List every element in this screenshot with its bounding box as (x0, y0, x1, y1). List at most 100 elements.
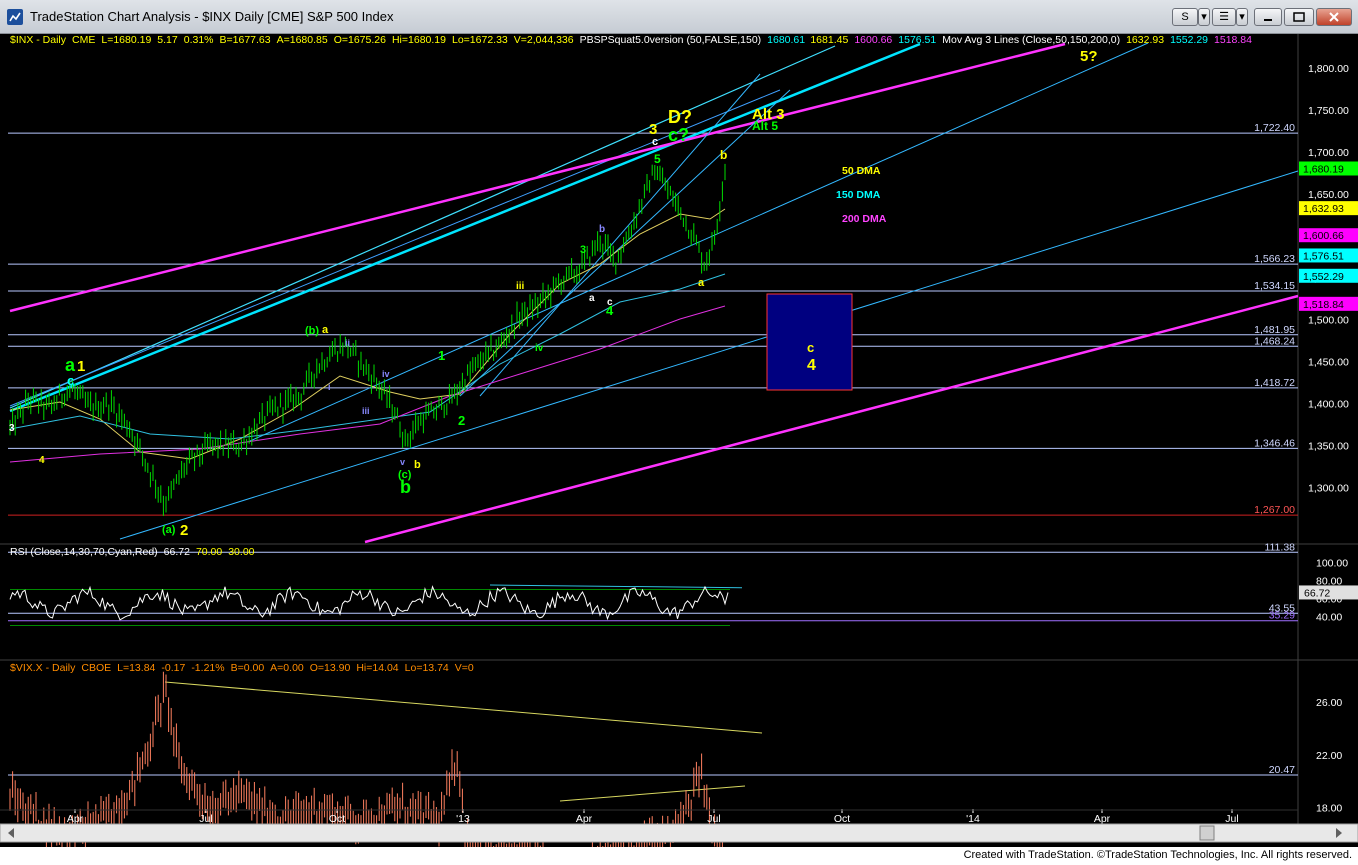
window-title: TradeStation Chart Analysis - $INX Daily… (30, 9, 394, 24)
time-tick-label: Jul (1225, 813, 1238, 825)
header-field: RSI (Close,14,30,70,Cyan,Red) (10, 546, 158, 558)
time-tick-label: '13 (456, 813, 470, 825)
wave-label: 4 (39, 455, 45, 466)
wave-label: a (65, 355, 76, 375)
wave-label: 1 (438, 348, 445, 363)
header-field: $VIX.X - Daily (10, 662, 76, 674)
time-tick-label: Jul (199, 813, 212, 825)
level-label: 1,481.95 (1254, 324, 1295, 336)
level-label: 1,566.23 (1254, 253, 1295, 265)
header-field: L=1680.19 (101, 34, 151, 46)
chart-area[interactable]: 1,722.40 1,566.23 1,534.15 1,481.95 1,468.24… (0, 34, 1358, 847)
wave-label: (b) (305, 325, 319, 337)
wave-label: 2 (180, 522, 188, 539)
time-tick-label: Oct (834, 813, 850, 825)
price-value-label: 1,680.19 (1303, 163, 1344, 175)
chart-canvas[interactable]: 1,722.40 1,566.23 1,534.15 1,481.951,468.24… (0, 34, 1358, 847)
dma-legend-label: 200 DMA (842, 213, 887, 225)
wave-label: v (400, 457, 405, 467)
dma-legend-label: 150 DMA (836, 189, 881, 201)
price-tick-label: 1,700.00 (1308, 147, 1349, 159)
wave-label: a (322, 324, 329, 336)
header-field: 1552.29 (1170, 34, 1208, 46)
minimize-icon (1264, 19, 1272, 21)
minimize-button[interactable] (1254, 8, 1282, 26)
wave-label: 4 (807, 357, 816, 374)
wave-label: c (67, 373, 74, 388)
wave-label: a (589, 293, 595, 304)
header-field: PBSPSquat5.0version (50,FALSE,150) (580, 34, 762, 46)
time-tick-label: '14 (966, 813, 980, 825)
rsi-level-label: 111.38 (1264, 541, 1295, 553)
header-field: 1680.61 (767, 34, 805, 46)
maximize-button[interactable] (1284, 8, 1314, 26)
header-field: 70.00 (196, 546, 222, 558)
dma-legend-label: 50 DMA (842, 165, 881, 177)
level-label: 1,346.46 (1254, 437, 1295, 449)
price-tick-label: 1,750.00 (1308, 105, 1349, 117)
time-tick-label: Apr (67, 813, 84, 825)
level-label: 1,722.40 (1254, 122, 1295, 134)
elliott-wave-labels: a 1c34(a) 2(b) aiiiiiiivv(c)bb12iiiiv3abc45… (9, 48, 1098, 539)
header-field: Hi=14.04 (356, 662, 398, 674)
header-field: Lo=1672.33 (452, 34, 508, 46)
header-field: 1600.66 (854, 34, 892, 46)
wave-label: 4 (606, 303, 614, 318)
price-tick-label: 1,800.00 (1308, 63, 1349, 75)
wave-label: b (720, 148, 727, 162)
wave-label: 3 (580, 244, 586, 256)
header-field: Hi=1680.19 (392, 34, 446, 46)
price-value-label: 1,552.29 (1303, 271, 1344, 283)
price-tick-label: 1,650.00 (1308, 189, 1349, 201)
price-value-label: 1,600.66 (1303, 230, 1344, 242)
header-field: V=2,044,336 (514, 34, 574, 46)
wave-label: iii (362, 406, 370, 416)
panel-headers: $INX - Daily CME L=1680.19 5.17 0.31% B=1677.… (10, 34, 1252, 674)
scrollbar-thumb[interactable] (1199, 825, 1215, 841)
trend-line (9, 89, 781, 407)
wave-label: 5 (654, 152, 661, 166)
wave-label: 5? (1080, 48, 1098, 65)
status-strip: Created with TradeStation. ©TradeStation… (0, 847, 1358, 865)
wave-label: 3 (649, 121, 657, 138)
header-field: CME (72, 34, 95, 46)
wave-label: D? (668, 107, 692, 127)
price-value-label: 1,518.84 (1303, 299, 1344, 311)
rsi-trend-line (489, 584, 743, 589)
price-markers: 66.7213.841,680.191,632.931,600.661,576.… (1299, 161, 1358, 600)
vix-lower-trend-line (559, 785, 746, 802)
level-label: 1,267.00 (1254, 504, 1295, 516)
level-label: 1,468.24 (1254, 335, 1295, 347)
header-field: 1518.84 (1214, 34, 1252, 46)
tradestation-app-icon (7, 9, 23, 25)
horizontal-scrollbar[interactable] (0, 823, 1358, 843)
trend-line (459, 89, 791, 397)
trend-line (9, 42, 1066, 313)
wave-label: b (414, 459, 421, 471)
header-field: 1632.93 (1126, 34, 1164, 46)
wave-label: a (698, 277, 705, 289)
header-field: A=0.00 (270, 662, 304, 674)
trend-line (479, 73, 761, 397)
price-axis: 40.0060.0080.00100.0018.0022.0026.001,30… (1308, 63, 1349, 815)
s-button[interactable]: S (1172, 8, 1198, 26)
header-field: Mov Avg 3 Lines (Close,50,150,200,0) (942, 34, 1120, 46)
vix-tick-label: 26.00 (1316, 697, 1342, 709)
moving-average-line (9, 208, 726, 460)
level-label: 1,534.15 (1254, 280, 1295, 292)
header-field: -0.17 (161, 662, 185, 674)
trend-line (9, 45, 836, 409)
header-field: O=13.90 (310, 662, 351, 674)
s-dropdown-chevron-icon[interactable]: ▾ (1198, 8, 1210, 26)
header-field: V=0 (455, 662, 474, 674)
header-field: A=1680.85 (277, 34, 328, 46)
hamburger-menu-icon[interactable]: ☰ (1212, 8, 1236, 26)
title-bar: TradeStation Chart Analysis - $INX Daily… (0, 0, 1358, 34)
close-button[interactable] (1316, 8, 1352, 26)
menu-dropdown-chevron-icon[interactable]: ▾ (1236, 8, 1248, 26)
wave-label: c? (668, 125, 689, 145)
close-icon (1329, 12, 1339, 22)
rsi-tick-label: 100.00 (1316, 558, 1348, 570)
wave-label: iii (516, 281, 525, 292)
trend-line (119, 170, 1299, 540)
